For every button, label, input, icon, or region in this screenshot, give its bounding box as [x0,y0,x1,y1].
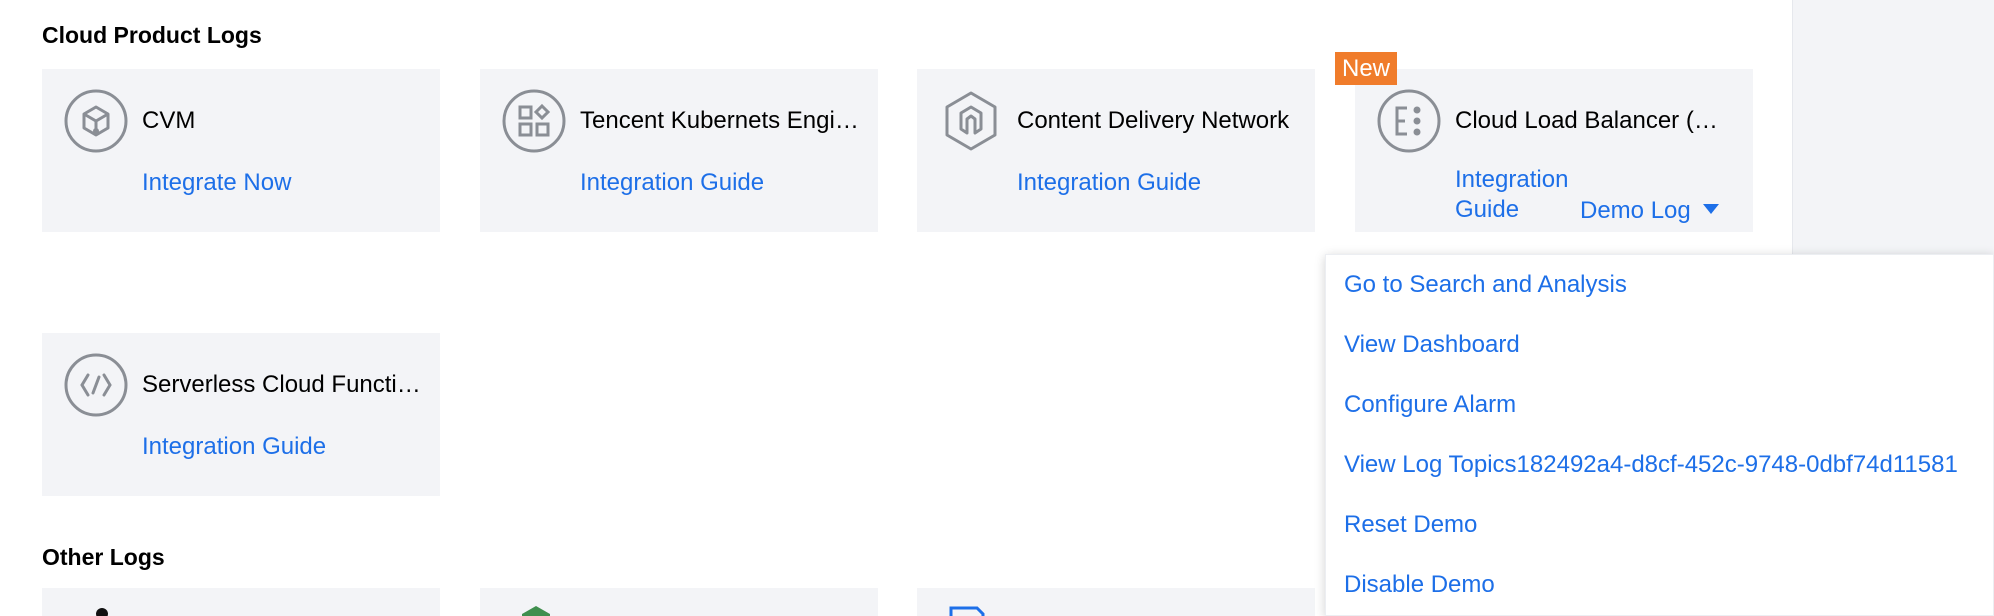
card-other-2 [480,588,878,616]
integration-guide-link[interactable]: Integration Guide [580,169,764,197]
caret-down-icon [1702,203,1719,214]
card-other-3 [917,588,1315,616]
menu-item-search-analysis[interactable]: Go to Search and Analysis [1344,271,1627,299]
hexagon-cdn-icon [939,89,1003,153]
code-function-icon [64,353,128,417]
cvm-box-icon [64,89,128,153]
menu-item-disable-demo[interactable]: Disable Demo [1344,571,1495,599]
integrate-now-link[interactable]: Integrate Now [142,169,291,197]
card-name: CVM [142,107,196,134]
menu-item-configure-alarm[interactable]: Configure Alarm [1344,391,1516,419]
menu-item-view-log-topics[interactable]: View Log Topics182492a4-d8cf-452c-9748-0… [1344,451,1958,479]
card-other-1 [42,588,440,616]
demo-log-label: Demo Log [1580,197,1691,224]
grid-apps-icon [502,89,566,153]
card-name: Serverless Cloud Function [142,371,422,398]
demo-log-dropdown[interactable]: Demo Log [1580,197,1719,225]
menu-item-view-dashboard[interactable]: View Dashboard [1344,331,1520,359]
demo-log-menu: Go to Search and Analysis View Dashboard… [1325,254,1994,616]
card-tke: Tencent Kubernets Engine Integration Gui… [480,69,878,232]
green-hexagon-icon [522,606,550,616]
integration-guide-link[interactable]: Integration Guide [1455,165,1585,225]
card-name: Cloud Load Balancer (CLB) [1455,107,1735,134]
section-title-cloud-product-logs: Cloud Product Logs [42,22,262,48]
card-cvm: CVM Integrate Now [42,69,440,232]
load-balancer-icon [1377,89,1441,153]
integration-guide-link[interactable]: Integration Guide [142,433,326,461]
section-title-other-logs: Other Logs [42,544,165,570]
document-icon [949,606,985,616]
new-badge: New [1335,52,1398,85]
card-name: Content Delivery Network [1017,107,1290,134]
card-scf: Serverless Cloud Function Integration Gu… [42,333,440,496]
integration-guide-link[interactable]: Integration Guide [1017,169,1201,197]
card-clb: Cloud Load Balancer (CLB) Integration Gu… [1355,69,1753,232]
card-name: Tencent Kubernets Engine [580,107,860,134]
person-icon [96,608,108,616]
menu-item-reset-demo[interactable]: Reset Demo [1344,511,1477,539]
card-cdn: Content Delivery Network Integration Gui… [917,69,1315,232]
